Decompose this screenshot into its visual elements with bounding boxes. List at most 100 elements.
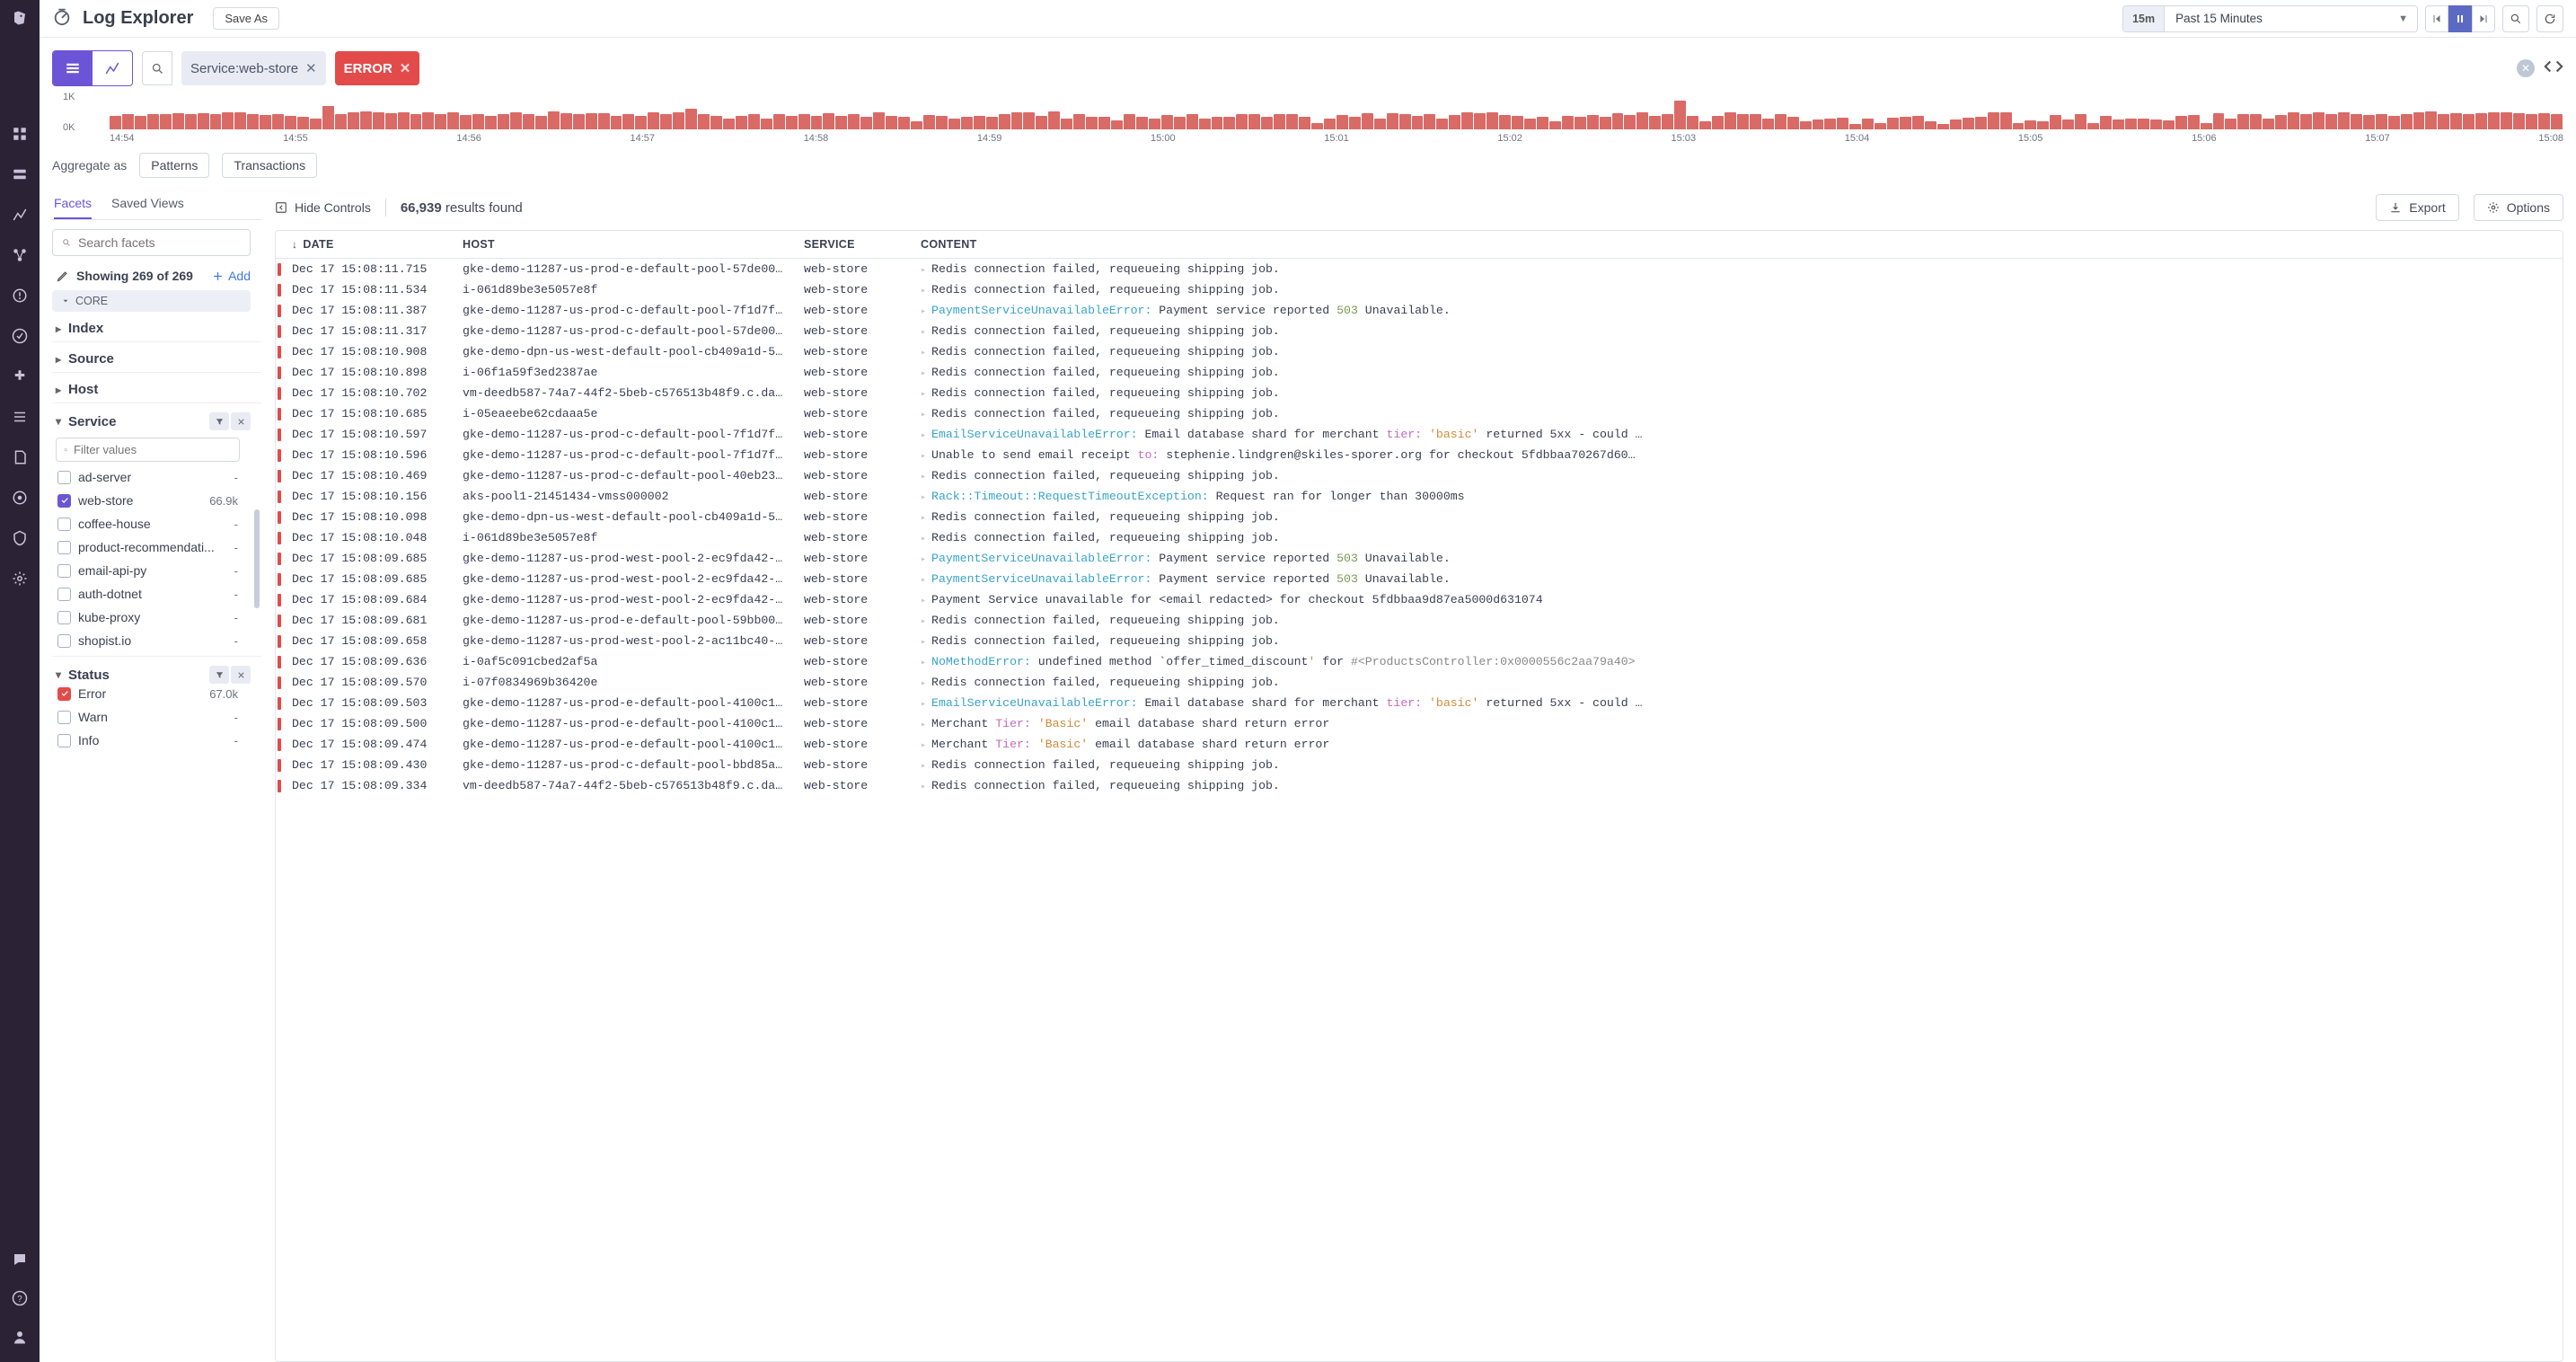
- checkbox[interactable]: [57, 494, 71, 508]
- histogram-bar[interactable]: [147, 114, 159, 129]
- log-table[interactable]: ↓DATE HOST SERVICE CONTENT Dec 17 15:08:…: [275, 230, 2563, 1362]
- histogram-bar[interactable]: [586, 113, 597, 129]
- time-range-selector[interactable]: 15m Past 15 Minutes ▼: [2122, 5, 2418, 32]
- log-row[interactable]: Dec 17 15:08:09.636i-0af5c091cbed2af5awe…: [276, 651, 2563, 672]
- histogram-bar[interactable]: [535, 116, 547, 129]
- histogram-bar[interactable]: [2513, 113, 2525, 129]
- nav-apm-icon[interactable]: [12, 247, 28, 268]
- histogram-bar[interactable]: [736, 116, 747, 129]
- histogram-bar[interactable]: [773, 114, 785, 129]
- histogram-bar[interactable]: [2225, 119, 2236, 129]
- checkbox[interactable]: [57, 588, 71, 601]
- histogram-bar[interactable]: [322, 106, 334, 129]
- histogram-bar[interactable]: [2037, 121, 2049, 129]
- histogram-bar[interactable]: [848, 114, 860, 129]
- histogram-bar[interactable]: [1875, 123, 1886, 129]
- histogram-bar[interactable]: [1737, 114, 1749, 129]
- options-button[interactable]: Options: [2474, 194, 2563, 221]
- code-toggle-button[interactable]: [2544, 57, 2563, 81]
- nav-traces-icon[interactable]: [12, 490, 28, 510]
- histogram-bar[interactable]: [2413, 112, 2425, 129]
- histogram-bar[interactable]: [1862, 119, 1874, 129]
- histogram-bar[interactable]: [2351, 114, 2362, 129]
- histogram-bar[interactable]: [1549, 121, 1561, 129]
- histogram-bar[interactable]: [2463, 114, 2475, 129]
- facet-item[interactable]: Warn-: [56, 707, 240, 727]
- nav-security-icon[interactable]: [12, 530, 28, 551]
- histogram-bar[interactable]: [1124, 114, 1135, 129]
- histogram-bar[interactable]: [2388, 116, 2400, 129]
- log-row[interactable]: Dec 17 15:08:10.048i-061d89be3e5057e8fwe…: [276, 527, 2563, 548]
- histogram-bar[interactable]: [185, 114, 197, 129]
- histogram-bar[interactable]: [2138, 119, 2149, 129]
- histogram-bar[interactable]: [1612, 113, 1624, 129]
- histogram-bar[interactable]: [1824, 119, 1836, 129]
- facet-item[interactable]: product-recommendati...-: [56, 537, 240, 557]
- histogram-bar[interactable]: [472, 114, 484, 129]
- search-facets-field[interactable]: [78, 235, 241, 250]
- histogram-bar[interactable]: [1775, 114, 1786, 129]
- histogram-bar[interactable]: [1988, 112, 1999, 129]
- histogram-chart[interactable]: 1K 0K 14:5414:5514:5614:5714:5814:5915:0…: [40, 86, 2576, 146]
- histogram-bar[interactable]: [398, 112, 410, 129]
- filter-pill-service[interactable]: Service:web-store ✕: [181, 51, 326, 85]
- histogram-bar[interactable]: [1687, 116, 1698, 129]
- histogram-bar[interactable]: [310, 119, 322, 129]
- histogram-bar[interactable]: [660, 114, 672, 129]
- histogram-bar[interactable]: [1149, 119, 1160, 129]
- histogram-bar[interactable]: [1011, 112, 1023, 129]
- log-row[interactable]: Dec 17 15:08:10.898i-06f1a59f3ed2387aewe…: [276, 362, 2563, 383]
- histogram-bar[interactable]: [2551, 114, 2563, 129]
- histogram-bar[interactable]: [2113, 119, 2124, 129]
- query-search-icon[interactable]: [142, 51, 172, 85]
- nav-account-icon[interactable]: [12, 1329, 28, 1349]
- histogram-bar[interactable]: [1362, 113, 1373, 129]
- histogram-bar[interactable]: [1274, 114, 1285, 129]
- histogram-bar[interactable]: [210, 114, 222, 129]
- histogram-bar[interactable]: [2013, 123, 2025, 129]
- histogram-bar[interactable]: [2376, 114, 2387, 129]
- checkbox[interactable]: [57, 517, 71, 531]
- histogram-bar[interactable]: [1537, 117, 1548, 129]
- log-row[interactable]: Dec 17 15:08:10.908gke-demo-dpn-us-west-…: [276, 341, 2563, 362]
- nav-notebooks-icon[interactable]: [12, 449, 28, 470]
- facet-item[interactable]: ad-server-: [56, 467, 240, 487]
- histogram-bar[interactable]: [798, 114, 810, 129]
- histogram-bar[interactable]: [1399, 114, 1411, 129]
- histogram-bar[interactable]: [122, 114, 134, 129]
- histogram-bar[interactable]: [2075, 114, 2086, 129]
- log-row[interactable]: Dec 17 15:08:10.596gke-demo-11287-us-pro…: [276, 445, 2563, 465]
- histogram-bar[interactable]: [936, 116, 948, 129]
- histogram-bar[interactable]: [1762, 119, 1774, 129]
- facet-filter-icon[interactable]: [209, 666, 229, 684]
- histogram-bar[interactable]: [948, 119, 960, 129]
- histogram-bar[interactable]: [1174, 117, 1186, 129]
- histogram-bar[interactable]: [898, 117, 910, 129]
- histogram-bar[interactable]: [1887, 118, 1899, 129]
- column-service[interactable]: SERVICE: [795, 231, 912, 259]
- search-facets-input[interactable]: [52, 229, 251, 256]
- facet-item[interactable]: auth-dotnet-: [56, 584, 240, 604]
- log-row[interactable]: Dec 17 15:08:11.715gke-demo-11287-us-pro…: [276, 259, 2563, 280]
- histogram-bar[interactable]: [485, 116, 497, 129]
- histogram-bar[interactable]: [999, 114, 1010, 129]
- log-row[interactable]: Dec 17 15:08:09.500gke-demo-11287-us-pro…: [276, 713, 2563, 734]
- histogram-bar[interactable]: [110, 116, 121, 129]
- histogram-bar[interactable]: [1474, 113, 1486, 129]
- histogram-bar[interactable]: [923, 115, 935, 129]
- export-button[interactable]: Export: [2376, 194, 2458, 221]
- histogram-bar[interactable]: [974, 116, 985, 129]
- facet-group-host[interactable]: ▸Host: [52, 372, 261, 402]
- histogram-bar[interactable]: [1925, 121, 1936, 129]
- histogram-bar[interactable]: [685, 109, 697, 129]
- histogram-bar[interactable]: [1449, 115, 1460, 129]
- log-row[interactable]: Dec 17 15:08:11.534i-061d89be3e5057e8fwe…: [276, 279, 2563, 300]
- histogram-bar[interactable]: [823, 113, 834, 129]
- histogram-bar[interactable]: [2425, 111, 2437, 129]
- checkbox[interactable]: [57, 611, 71, 624]
- histogram-bar[interactable]: [648, 112, 659, 129]
- histogram-bar[interactable]: [2401, 114, 2413, 129]
- histogram-bar[interactable]: [1963, 118, 1974, 129]
- histogram-bar[interactable]: [1286, 114, 1298, 129]
- nav-synthetics-icon[interactable]: [12, 328, 28, 349]
